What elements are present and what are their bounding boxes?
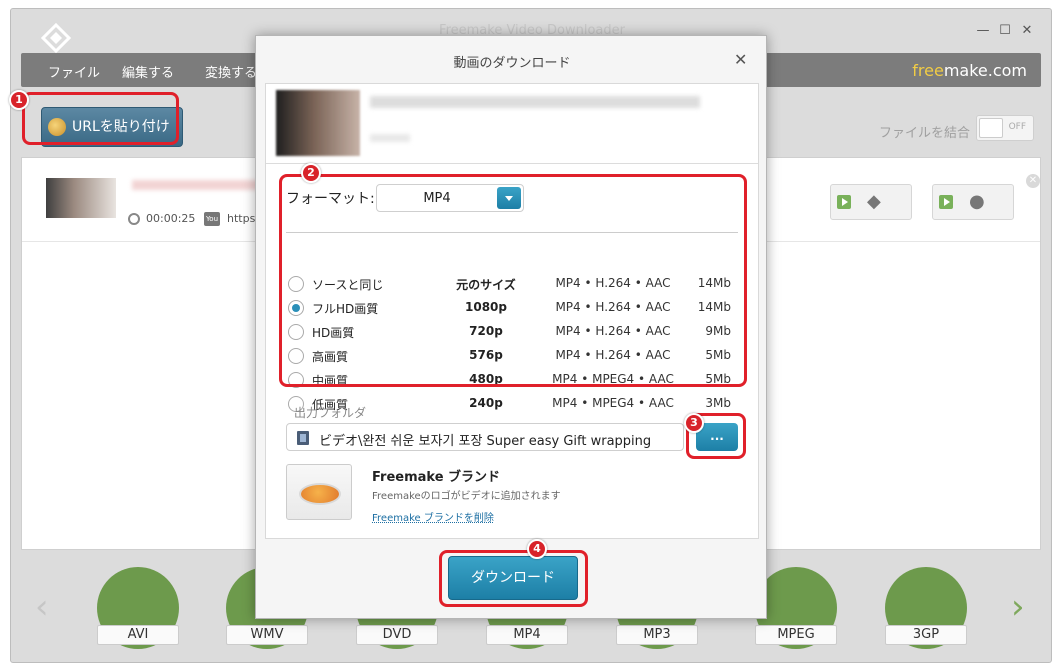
step-badge-4: 4 xyxy=(527,539,547,559)
freemake-brand-link[interactable]: freemake.com xyxy=(912,61,1027,80)
video-thumbnail xyxy=(46,178,116,218)
video-duration: 00:00:25 xyxy=(146,212,196,225)
youtube-icon: You Tube xyxy=(204,212,220,237)
highlight-format-quality xyxy=(279,174,747,387)
toggle-knob xyxy=(979,118,1003,138)
output-folder-field[interactable]: ビデオ\완전 쉬운 보자기 포장 Super easy Gift wrappin… xyxy=(286,423,684,451)
chevron-right-icon[interactable]: › xyxy=(1011,587,1025,627)
brand-logo-prefix: free xyxy=(912,61,944,80)
dialog-title: 動画のダウンロード xyxy=(453,56,571,71)
video-thumbnail xyxy=(276,90,360,156)
highlight-paste-url xyxy=(22,92,179,145)
merge-files-toggle[interactable]: OFF xyxy=(976,115,1034,141)
play-icon xyxy=(939,195,953,209)
format-label: WMV xyxy=(226,625,308,645)
maximize-button[interactable]: ☐ xyxy=(995,21,1015,41)
quality-size: 3Mb xyxy=(705,396,731,410)
video-title-blurred xyxy=(132,180,272,190)
close-window-button[interactable]: ✕ xyxy=(1017,21,1037,41)
chevron-left-icon[interactable]: ‹ xyxy=(35,587,49,627)
format-label: 3GP xyxy=(885,625,967,645)
video-title-blurred xyxy=(370,96,700,108)
menu-convert[interactable]: 変換する xyxy=(205,62,257,81)
dialog-close-icon[interactable]: ✕ xyxy=(734,50,747,69)
quality-resolution: 240p xyxy=(469,396,503,410)
play-icon xyxy=(837,195,851,209)
brand-logo-suffix: make.com xyxy=(943,61,1027,80)
toggle-state: OFF xyxy=(1008,122,1026,132)
video-subtitle-blurred xyxy=(370,134,410,142)
step-badge-3: 3 xyxy=(684,413,704,433)
format-avi-button[interactable]: AVI xyxy=(97,567,179,649)
quality-codec: MP4 • MPEG4 • AAC xyxy=(552,396,674,410)
format-label: MP4 xyxy=(486,625,568,645)
brand-title: Freemake ブランド xyxy=(372,470,501,485)
minimize-button[interactable]: — xyxy=(973,21,993,41)
film-icon xyxy=(297,431,309,445)
globe-icon: ● xyxy=(969,191,985,212)
format-label: MPEG xyxy=(755,625,837,645)
drop-film-icon: ◆ xyxy=(867,191,881,212)
format-3gp-button[interactable]: 3GP xyxy=(885,567,967,649)
merge-files-label: ファイルを結合 xyxy=(879,126,971,141)
format-label: AVI xyxy=(97,625,179,645)
format-mpeg-button[interactable]: MPEG xyxy=(755,567,837,649)
format-label: DVD xyxy=(356,625,438,645)
video-header xyxy=(266,84,758,164)
remove-brand-link[interactable]: Freemake ブランドを削除 xyxy=(372,509,494,524)
upload-online-button[interactable]: ● xyxy=(932,184,1014,220)
output-folder-label: 出力フォルダ xyxy=(294,406,367,420)
brand-description: Freemakeのロゴがビデオに追加されます xyxy=(372,491,561,502)
step-badge-2: 2 xyxy=(301,163,321,183)
freemake-brand-thumbnail xyxy=(286,464,352,520)
menu-edit[interactable]: 編集する xyxy=(122,62,174,81)
menu-file[interactable]: ファイル xyxy=(48,62,100,81)
step-badge-1: 1 xyxy=(9,90,29,110)
convert-to-device-button[interactable]: ◆ xyxy=(830,184,912,220)
clock-icon xyxy=(128,213,140,225)
freemake-disc-icon xyxy=(299,483,341,505)
output-folder-path: ビデオ\완전 쉬운 보자기 포장 Super easy Gift wrappin… xyxy=(319,434,652,449)
highlight-download xyxy=(439,550,588,607)
format-label: MP3 xyxy=(616,625,698,645)
remove-item-icon[interactable]: ✕ xyxy=(1026,174,1040,188)
